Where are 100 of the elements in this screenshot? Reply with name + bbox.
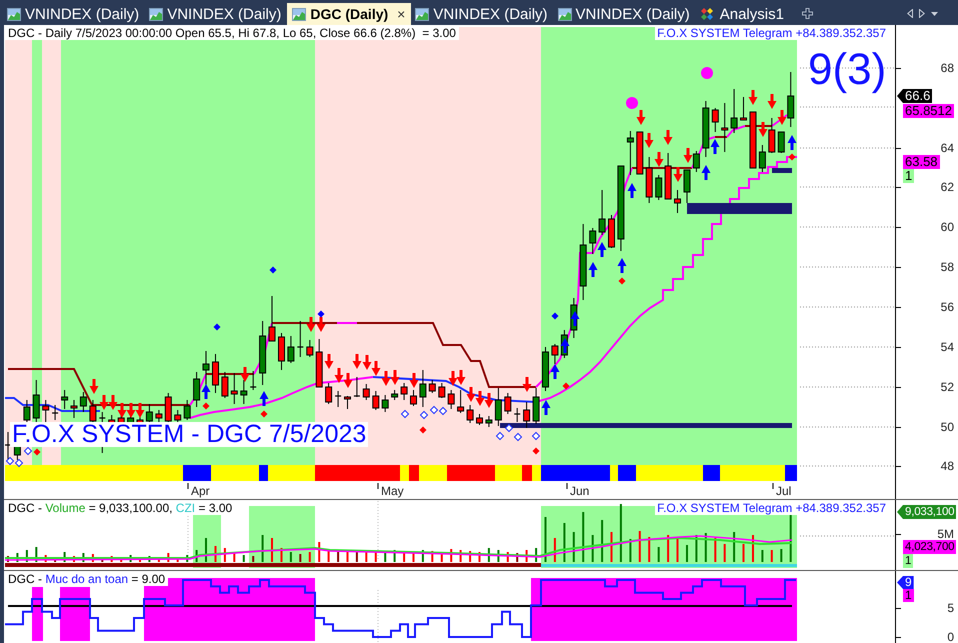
down-arrow-icon <box>636 110 646 125</box>
down-arrow-icon <box>362 355 372 370</box>
down-arrow-icon <box>644 133 654 148</box>
dot-icon <box>701 67 713 79</box>
dropdown-icon[interactable] <box>931 12 938 16</box>
value-tag: 1 <box>903 554 914 568</box>
tab[interactable]: VNINDEX (Daily) <box>554 3 696 25</box>
diamond-icon <box>552 312 558 320</box>
safety-zone <box>60 587 90 641</box>
chart-icon <box>292 8 306 20</box>
value-tag: 1 <box>903 169 914 183</box>
axis-label: 48 <box>940 460 954 472</box>
left-arrow-icon[interactable] <box>907 9 913 18</box>
down-arrow-icon <box>778 110 786 125</box>
axis-label: 0 <box>947 631 954 643</box>
down-arrow-icon <box>390 370 400 385</box>
down-arrow-icon <box>768 94 776 109</box>
diamond-icon <box>400 410 410 418</box>
axis-label: 52 <box>940 381 954 393</box>
axis-label: 56 <box>940 301 954 313</box>
diamond-icon <box>270 266 276 274</box>
tab[interactable]: VNINDEX (Daily) <box>145 3 288 25</box>
axis-label: 54 <box>940 341 954 353</box>
down-arrow-icon <box>108 395 118 410</box>
down-arrow-icon <box>118 403 126 418</box>
down-arrow-icon <box>382 371 390 386</box>
down-arrow-icon <box>324 354 334 369</box>
up-arrow-icon <box>550 364 560 379</box>
axis-label: 5 <box>947 602 954 614</box>
tab[interactable]: VNINDEX (Daily) <box>3 3 146 25</box>
chart-icon <box>7 8 21 20</box>
contact-text: F.O.X SYSTEM Telegram +84.389.352.357 <box>655 26 888 40</box>
chart-title: DGC - Daily 7/5/2023 00:00:00 Open 65.5, Hi 67.8, Lo 65, Close 66.6 (2.8%) = 3.00 <box>5 26 459 40</box>
down-arrow-icon <box>316 317 326 332</box>
axis-label: 58 <box>940 261 954 273</box>
right-arrow-icon[interactable] <box>919 9 925 18</box>
down-arrow-icon <box>456 370 466 385</box>
value-tag: 4,023,700 <box>903 540 956 554</box>
up-arrow-icon <box>260 391 268 406</box>
month-label: Apr <box>191 484 210 498</box>
up-arrow-icon <box>628 183 636 198</box>
axis-label: 62 <box>940 181 954 193</box>
down-arrow-icon <box>136 403 144 418</box>
axis-label: 50 <box>940 421 954 433</box>
value-tag: 63.58 <box>903 155 940 169</box>
color-blocks-icon <box>700 7 716 21</box>
tab[interactable]: DGC (Daily) × <box>287 3 412 25</box>
up-arrow-icon <box>570 311 580 326</box>
up-arrow-icon <box>618 258 626 273</box>
tab[interactable]: Analysis1 <box>696 3 790 25</box>
down-arrow-icon <box>372 361 380 376</box>
chart-icon <box>558 8 572 20</box>
level-bar <box>772 168 792 173</box>
down-arrow-icon <box>100 395 108 410</box>
chart-caption: F.O.X SYSTEM - DGC 7/5/2023 <box>10 422 368 447</box>
signal-text: 9(3) <box>808 45 886 95</box>
month-label: Jul <box>776 484 792 498</box>
diamond-icon <box>214 324 220 330</box>
down-arrow-icon <box>240 367 250 382</box>
dot-icon <box>626 97 638 109</box>
axis-label: 5M <box>937 528 954 540</box>
up-arrow-icon <box>788 135 796 150</box>
down-arrow-icon <box>126 403 136 418</box>
down-arrow-icon <box>410 373 418 388</box>
up-arrow-icon <box>542 400 550 415</box>
up-arrow-icon <box>598 242 606 257</box>
axis-label: 60 <box>940 221 954 233</box>
chart-icon <box>149 8 164 20</box>
down-arrow-icon <box>344 373 352 388</box>
up-arrow-icon <box>560 338 570 353</box>
down-arrow-icon <box>664 130 672 145</box>
up-arrow-icon <box>702 165 710 180</box>
axis-label: 64 <box>940 142 954 154</box>
plus-icon[interactable] <box>802 8 813 19</box>
down-arrow-icon <box>448 371 458 386</box>
down-arrow-icon <box>352 354 362 369</box>
value-tag: 65.8512 <box>903 104 954 118</box>
down-arrow-icon <box>484 393 494 408</box>
up-arrow-icon <box>710 139 720 154</box>
close-button[interactable]: × <box>397 6 406 22</box>
up-arrow-icon <box>202 384 210 399</box>
value-tag: 1 <box>903 589 914 602</box>
diamond-icon <box>618 278 626 284</box>
value-tag: 66.6 <box>897 89 932 103</box>
month-label: May <box>381 484 404 498</box>
down-arrow-icon <box>476 391 484 406</box>
month-label: Jun <box>570 484 590 498</box>
chart-icon <box>415 8 430 20</box>
up-arrow-icon <box>588 262 598 277</box>
down-arrow-icon <box>758 122 768 137</box>
diamond-icon <box>788 154 796 160</box>
diamond-icon <box>260 410 268 418</box>
down-arrow-icon <box>674 167 682 182</box>
diamond-icon <box>562 382 570 390</box>
down-arrow-icon <box>306 317 316 332</box>
down-arrow-icon <box>684 148 692 163</box>
axis-label: 68 <box>940 62 954 74</box>
tab[interactable]: VNINDEX (Daily) <box>411 3 554 25</box>
diamond-icon <box>202 402 210 410</box>
down-arrow-icon <box>654 152 664 167</box>
